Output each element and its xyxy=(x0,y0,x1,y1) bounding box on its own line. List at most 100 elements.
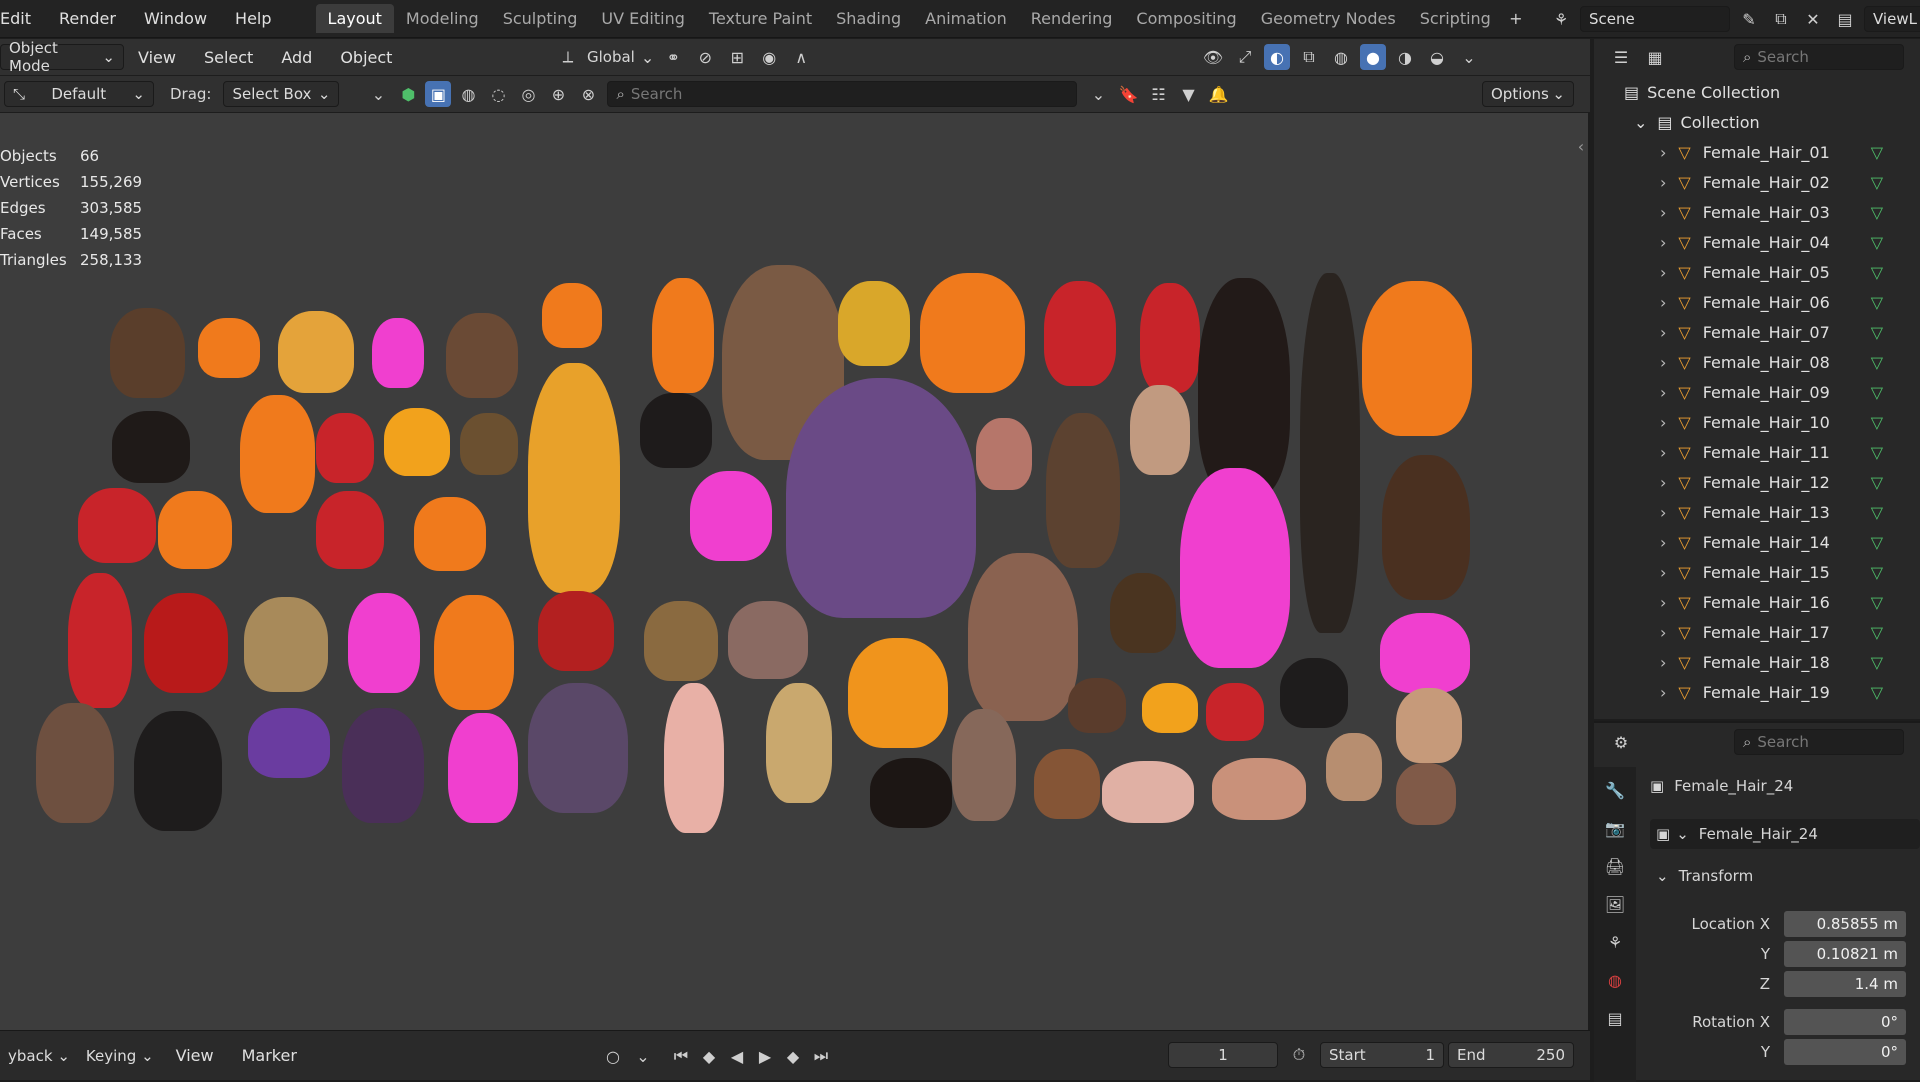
mesh-data-icon[interactable]: ▽ xyxy=(1871,263,1883,282)
hair-mesh[interactable] xyxy=(1180,468,1290,668)
outliner-item[interactable]: › ▽ Female_Hair_12 ▽ xyxy=(1594,467,1920,497)
add-workspace-icon[interactable]: + xyxy=(1503,6,1529,32)
outliner-item[interactable]: › ▽ Female_Hair_18 ▽ xyxy=(1594,647,1920,677)
mesh-data-icon[interactable]: ▽ xyxy=(1871,563,1883,582)
outliner-item[interactable]: › ▽ Female_Hair_02 ▽ xyxy=(1594,167,1920,197)
hair-mesh[interactable] xyxy=(198,318,260,378)
chevron-right-icon[interactable]: › xyxy=(1660,383,1666,402)
menu-render[interactable]: Render xyxy=(45,9,130,28)
mesh-data-icon[interactable]: ▽ xyxy=(1871,653,1883,672)
menu-add[interactable]: Add xyxy=(267,48,326,67)
snap-increment-icon[interactable]: ⊞ xyxy=(724,44,750,70)
chevron-right-icon[interactable]: › xyxy=(1660,413,1666,432)
hair-mesh[interactable] xyxy=(1110,573,1176,653)
mesh-data-icon[interactable]: ▽ xyxy=(1871,353,1883,372)
outliner-item[interactable]: › ▽ Female_Hair_03 ▽ xyxy=(1594,197,1920,227)
chevron-right-icon[interactable]: › xyxy=(1660,173,1666,192)
jump-start-icon[interactable]: ⏮ xyxy=(668,1043,694,1069)
display-mode-icon[interactable]: ▦ xyxy=(1642,44,1668,70)
new-scene-icon[interactable]: ⧉ xyxy=(1768,6,1794,32)
chevron-right-icon[interactable]: › xyxy=(1660,443,1666,462)
hair-mesh[interactable] xyxy=(316,491,384,569)
sidebar-toggle-icon[interactable]: ‹ xyxy=(1574,133,1588,159)
properties-search-input[interactable]: ⌕ Search xyxy=(1734,729,1904,755)
select-difference-icon[interactable]: ⊗ xyxy=(575,81,601,107)
pivot-icon[interactable]: ⚭ xyxy=(660,44,686,70)
tab-geometry-nodes[interactable]: Geometry Nodes xyxy=(1249,4,1408,33)
select-mode-icon[interactable]: ▣ xyxy=(425,81,452,107)
menu-help[interactable]: Help xyxy=(221,9,285,28)
tab-shading[interactable]: Shading xyxy=(824,4,913,33)
hair-mesh[interactable] xyxy=(1396,688,1462,763)
hair-mesh[interactable] xyxy=(1140,283,1200,393)
hair-mesh[interactable] xyxy=(644,601,718,681)
orientation-label[interactable]: Global xyxy=(587,48,635,66)
preview-range-icon[interactable]: ⏱ xyxy=(1286,1042,1312,1068)
mesh-data-icon[interactable]: ▽ xyxy=(1871,413,1883,432)
start-frame-field[interactable]: Start 1 xyxy=(1320,1042,1444,1068)
mesh-data-icon[interactable]: ▽ xyxy=(1871,473,1883,492)
collection-row[interactable]: ⌄ ▤ Collection xyxy=(1594,107,1920,137)
current-frame-field[interactable]: 1 xyxy=(1168,1042,1278,1068)
mesh-data-icon[interactable]: ▽ xyxy=(1871,443,1883,462)
notification-icon[interactable]: 🔔 xyxy=(1205,81,1231,107)
chevron-right-icon[interactable]: › xyxy=(1660,263,1666,282)
mesh-data-icon[interactable]: ▽ xyxy=(1871,503,1883,522)
outliner-item[interactable]: › ▽ Female_Hair_08 ▽ xyxy=(1594,347,1920,377)
mode-selector[interactable]: Object Mode ⌄ xyxy=(0,39,124,75)
transform-panel-header[interactable]: ⌄ Transform xyxy=(1656,867,1753,885)
hair-mesh[interactable] xyxy=(68,573,132,708)
hair-mesh[interactable] xyxy=(952,709,1016,821)
outliner-item[interactable]: › ▽ Female_Hair_16 ▽ xyxy=(1594,587,1920,617)
play-icon[interactable]: ▶ xyxy=(752,1043,778,1069)
hair-mesh[interactable] xyxy=(528,363,620,593)
hair-mesh[interactable] xyxy=(1300,273,1360,633)
mesh-data-icon[interactable]: ▽ xyxy=(1871,623,1883,642)
view-layer-icon[interactable]: ▤ xyxy=(1832,6,1858,32)
hair-mesh[interactable] xyxy=(414,497,486,571)
editor-type-icon[interactable]: ☰ xyxy=(1608,44,1634,70)
hair-mesh[interactable] xyxy=(1142,683,1198,733)
hair-mesh[interactable] xyxy=(542,283,602,348)
rendered-shading-icon[interactable]: ◒ xyxy=(1424,44,1450,70)
scene-icon[interactable]: ⚘ xyxy=(1548,6,1574,32)
chevron-right-icon[interactable]: › xyxy=(1660,683,1666,702)
bookmark-icon[interactable]: 🔖 xyxy=(1115,81,1141,107)
hair-mesh[interactable] xyxy=(384,408,450,476)
outliner-item[interactable]: › ▽ Female_Hair_15 ▽ xyxy=(1594,557,1920,587)
hair-mesh[interactable] xyxy=(144,593,228,693)
mesh-data-icon[interactable]: ▽ xyxy=(1871,683,1883,702)
mesh-data-icon[interactable]: ▽ xyxy=(1871,173,1883,192)
tab-texture-paint[interactable]: Texture Paint xyxy=(697,4,824,33)
playback-menu[interactable]: yback ⌄ xyxy=(0,1043,78,1069)
mesh-data-icon[interactable]: ▽ xyxy=(1871,293,1883,312)
hair-mesh[interactable] xyxy=(766,683,832,803)
hair-mesh[interactable] xyxy=(134,711,222,831)
tab-compositing[interactable]: Compositing xyxy=(1124,4,1248,33)
gizmo-icon[interactable]: ⤢ xyxy=(1232,44,1258,70)
outliner-item[interactable]: › ▽ Female_Hair_13 ▽ xyxy=(1594,497,1920,527)
mesh-data-icon[interactable]: ▽ xyxy=(1871,233,1883,252)
location-z-field[interactable]: 1.4 m xyxy=(1784,971,1906,997)
hair-mesh[interactable] xyxy=(348,593,420,693)
hair-mesh[interactable] xyxy=(976,418,1032,490)
hair-mesh[interactable] xyxy=(690,471,772,561)
hair-mesh[interactable] xyxy=(1130,385,1190,475)
outliner-item[interactable]: › ▽ Female_Hair_05 ▽ xyxy=(1594,257,1920,287)
hair-mesh[interactable] xyxy=(1044,281,1116,386)
menu-view[interactable]: View xyxy=(124,48,190,67)
mesh-data-icon[interactable]: ▽ xyxy=(1871,383,1883,402)
chevron-right-icon[interactable]: › xyxy=(1660,143,1666,162)
hair-mesh[interactable] xyxy=(342,708,424,823)
scene-tab-icon[interactable]: ⚘ xyxy=(1602,929,1628,955)
hair-mesh[interactable] xyxy=(1068,678,1126,733)
hair-mesh[interactable] xyxy=(848,638,948,748)
play-reverse-icon[interactable]: ◀ xyxy=(724,1043,750,1069)
outliner-search-input[interactable]: ⌕ Search xyxy=(1734,44,1904,70)
hair-mesh[interactable] xyxy=(158,491,232,569)
transform-orientation-icon[interactable]: ⟂ xyxy=(555,44,581,70)
hair-mesh[interactable] xyxy=(78,488,156,563)
mesh-data-icon[interactable]: ▽ xyxy=(1871,533,1883,552)
chevron-right-icon[interactable]: › xyxy=(1660,563,1666,582)
hair-mesh[interactable] xyxy=(244,597,328,692)
